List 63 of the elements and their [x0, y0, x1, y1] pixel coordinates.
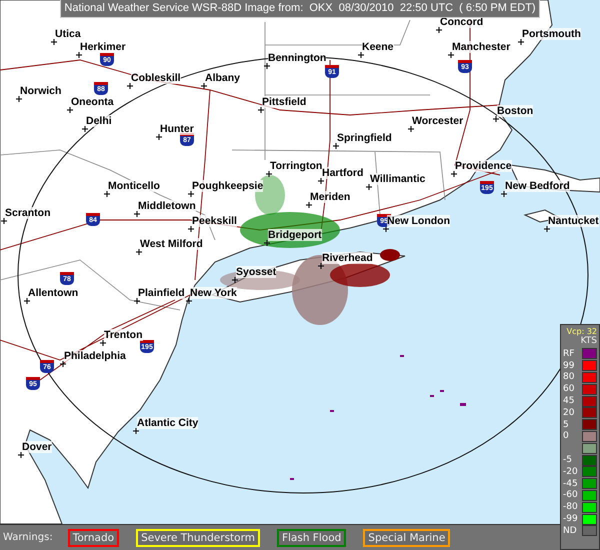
warning-key: Flash Flood: [276, 528, 346, 546]
city-label: Springfield: [337, 132, 392, 144]
city-label: West Milford: [140, 238, 203, 250]
city-label: Willimantic: [370, 173, 426, 185]
legend-value: 60: [563, 384, 574, 394]
city-label: Portsmouth: [522, 28, 581, 40]
legend-value: -20: [563, 466, 578, 477]
legend-value: ND: [563, 526, 577, 536]
city-label: Utica: [55, 28, 81, 40]
city-label: Syosset: [236, 266, 276, 278]
city-label: Providence: [455, 160, 512, 172]
warnings-label: Warnings:: [3, 532, 53, 543]
warning-key: Severe Thunderstorm: [136, 528, 260, 546]
legend-value: 0: [563, 431, 569, 442]
city-label: Peekskill: [192, 215, 237, 227]
title-bar: National Weather Service WSR-88D Image from: OKX 08/30/2010 22:50 UTC ( 6:50 PM EDT): [60, 0, 540, 18]
legend-value: 45: [563, 396, 574, 406]
city-label: Hartford: [322, 167, 364, 179]
city-label: Hunter: [160, 123, 194, 135]
city-label: Cobleskill: [131, 72, 181, 84]
city-label: Keene: [362, 41, 394, 53]
units-label: KTS: [580, 336, 597, 346]
city-label: Allentown: [28, 287, 78, 299]
city-label: Meriden: [310, 191, 350, 203]
legend-value: 80: [563, 372, 574, 382]
city-label: Nantucket: [548, 215, 599, 227]
legend-value: -5: [563, 455, 572, 466]
city-label: Oneonta: [71, 96, 114, 108]
city-label: Delhi: [86, 115, 112, 127]
city-label: Pittsfield: [262, 96, 306, 108]
city-label: Manchester: [452, 41, 510, 53]
city-label: New Bedford: [505, 180, 570, 192]
legend-value: 20: [563, 408, 574, 418]
legend-value: -60: [563, 490, 578, 500]
city-label: Scranton: [5, 207, 51, 219]
legend-value: -45: [563, 478, 578, 489]
city-label: Middletown: [138, 200, 196, 212]
city-label: Plainfield: [138, 287, 185, 299]
city-label: Dover: [22, 441, 52, 453]
city-label: Worcester: [412, 115, 464, 127]
vcp-label: Vcp: 32: [566, 327, 597, 336]
city-label: Philadelphia: [64, 350, 126, 362]
city-label: Bennington: [268, 52, 326, 64]
city-label: New York: [190, 287, 237, 299]
city-label: Poughkeepsie: [192, 180, 264, 192]
legend-value: -80: [563, 502, 578, 512]
city-label: Bridgeport: [268, 229, 322, 241]
city-label: Herkimer: [80, 41, 126, 53]
city-label: Norwich: [20, 85, 62, 97]
legend-value: 5: [563, 420, 569, 430]
legend-value: RF: [563, 348, 574, 359]
city-label: Riverhead: [322, 252, 373, 264]
warning-key: Special Marine: [363, 528, 450, 546]
city-label: Albany: [205, 72, 240, 84]
city-label: Atlantic City: [137, 417, 198, 429]
city-label: Monticello: [108, 180, 160, 192]
legend-value: 99: [563, 360, 574, 371]
warning-key: Tornado: [68, 528, 120, 546]
city-label: Boston: [497, 105, 534, 117]
city-label: Trenton: [104, 329, 142, 341]
city-label: Torrington: [270, 160, 322, 172]
legend-value: -99: [563, 514, 578, 524]
city-label: New London: [387, 215, 450, 227]
